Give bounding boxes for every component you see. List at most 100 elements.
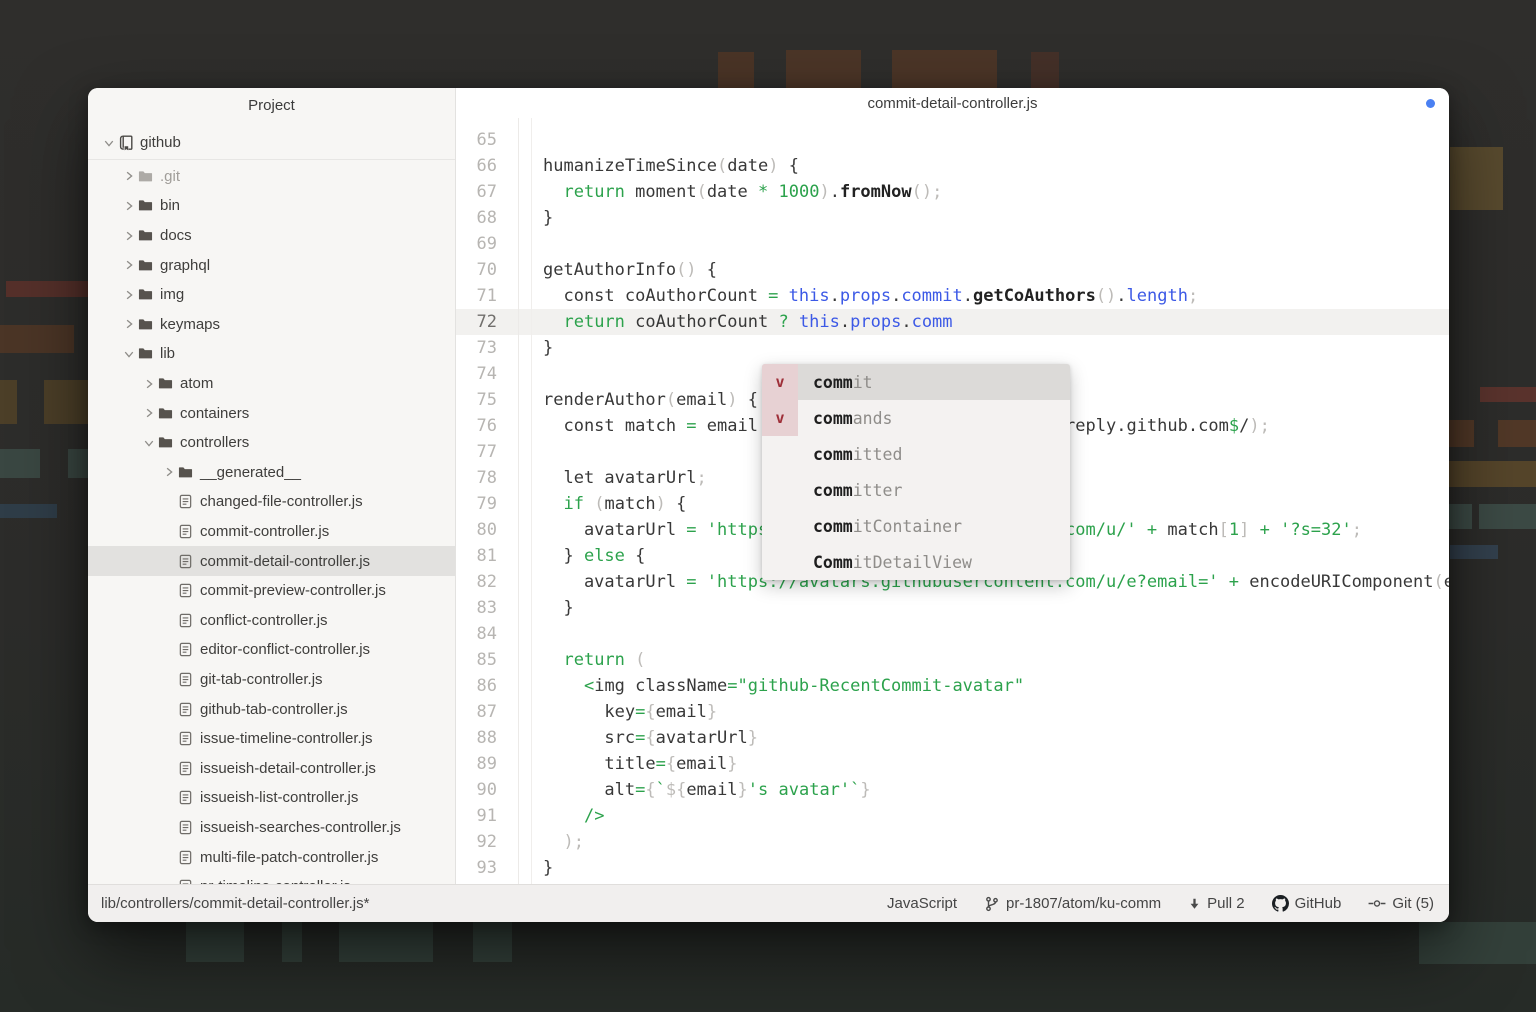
autocomplete-suggestion-commit[interactable]: vcommit [762, 364, 1070, 400]
autocomplete-suggestion-commitcontainer[interactable]: commitContainer [762, 508, 1070, 544]
line-number[interactable]: 80 [456, 517, 518, 543]
line-number[interactable]: 88 [456, 725, 518, 751]
pull-indicator[interactable]: Pull 2 [1188, 895, 1245, 912]
chevron-right-icon[interactable] [120, 259, 138, 271]
line-number[interactable]: 70 [456, 257, 518, 283]
tree-item-github[interactable]: github [88, 128, 455, 158]
tree-item-git-tab-controller-js[interactable]: git-tab-controller.js [88, 665, 455, 695]
chevron-right-icon[interactable] [120, 318, 138, 330]
line-number[interactable]: 90 [456, 777, 518, 803]
line-number[interactable]: 67 [456, 179, 518, 205]
autocomplete-suggestion-committer[interactable]: committer [762, 472, 1070, 508]
code-line-90[interactable]: 90 alt={`${email}'s avatar'`} [456, 777, 1449, 803]
tree-item-docs[interactable]: docs [88, 221, 455, 251]
code-line-65[interactable]: 65 [456, 127, 1449, 153]
tree-item--git[interactable]: .git [88, 162, 455, 192]
line-number[interactable]: 72 [456, 309, 518, 335]
line-number[interactable]: 78 [456, 465, 518, 491]
tree-item--generated-[interactable]: __generated__ [88, 458, 455, 488]
chevron-right-icon[interactable] [120, 170, 138, 182]
line-number[interactable]: 85 [456, 647, 518, 673]
chevron-right-icon[interactable] [120, 230, 138, 242]
chevron-down-icon[interactable] [120, 348, 138, 360]
code-line-93[interactable]: 93} [456, 855, 1449, 881]
chevron-right-icon[interactable] [160, 466, 178, 478]
tree-item-bin[interactable]: bin [88, 191, 455, 221]
line-number[interactable]: 69 [456, 231, 518, 257]
tree-item-controllers[interactable]: controllers [88, 428, 455, 458]
tree-item-pr-timeline-controller-js[interactable]: pr-timeline-controller.js [88, 872, 455, 884]
line-number[interactable]: 75 [456, 387, 518, 413]
line-number[interactable]: 82 [456, 569, 518, 595]
tree-item-graphql[interactable]: graphql [88, 250, 455, 280]
code-line-91[interactable]: 91 /> [456, 803, 1449, 829]
tree-item-keymaps[interactable]: keymaps [88, 310, 455, 340]
line-number[interactable]: 71 [456, 283, 518, 309]
line-number[interactable]: 83 [456, 595, 518, 621]
autocomplete-suggestion-commitdetailview[interactable]: CommitDetailView [762, 544, 1070, 580]
chevron-down-icon[interactable] [100, 137, 118, 149]
project-tree-panel[interactable]: Project github .gitbindocsgraphqlimgkeym… [88, 88, 456, 884]
tree-item-issue-timeline-controller-js[interactable]: issue-timeline-controller.js [88, 724, 455, 754]
tree-item-containers[interactable]: containers [88, 398, 455, 428]
tree-item-editor-conflict-controller-js[interactable]: editor-conflict-controller.js [88, 635, 455, 665]
code-line-87[interactable]: 87 key={email} [456, 699, 1449, 725]
line-number[interactable]: 65 [456, 127, 518, 153]
chevron-right-icon[interactable] [140, 407, 158, 419]
tree-item-changed-file-controller-js[interactable]: changed-file-controller.js [88, 487, 455, 517]
chevron-right-icon[interactable] [140, 378, 158, 390]
tree-item-img[interactable]: img [88, 280, 455, 310]
tree-item-issueish-list-controller-js[interactable]: issueish-list-controller.js [88, 783, 455, 813]
code-line-73[interactable]: 73} [456, 335, 1449, 361]
tree-item-github-tab-controller-js[interactable]: github-tab-controller.js [88, 694, 455, 724]
tree-item-issueish-searches-controller-js[interactable]: issueish-searches-controller.js [88, 813, 455, 843]
code-line-92[interactable]: 92 ); [456, 829, 1449, 855]
editor-pane[interactable]: commit-detail-controller.js 6566humanize… [456, 88, 1449, 884]
chevron-down-icon[interactable] [140, 437, 158, 449]
code-line-71[interactable]: 71 const coAuthorCount = this.props.comm… [456, 283, 1449, 309]
language-indicator[interactable]: JavaScript [887, 895, 957, 912]
line-number[interactable]: 81 [456, 543, 518, 569]
line-number[interactable]: 92 [456, 829, 518, 855]
tree-item-issueish-detail-controller-js[interactable]: issueish-detail-controller.js [88, 753, 455, 783]
code-line-69[interactable]: 69 [456, 231, 1449, 257]
code-editor[interactable]: 6566humanizeTimeSince(date) {67 return m… [456, 118, 1449, 884]
autocomplete-suggestion-committed[interactable]: committed [762, 436, 1070, 472]
file-tree[interactable]: .gitbindocsgraphqlimgkeymapslibatomconta… [88, 162, 455, 884]
autocomplete-popup[interactable]: vcommitvcommandscommittedcommittercommit… [762, 364, 1070, 580]
autocomplete-suggestion-commands[interactable]: vcommands [762, 400, 1070, 436]
line-number[interactable]: 86 [456, 673, 518, 699]
github-panel-button[interactable]: GitHub [1272, 895, 1342, 912]
line-number[interactable]: 66 [456, 153, 518, 179]
tree-item-commit-controller-js[interactable]: commit-controller.js [88, 517, 455, 547]
line-number[interactable]: 93 [456, 855, 518, 881]
line-number[interactable]: 74 [456, 361, 518, 387]
chevron-right-icon[interactable] [120, 200, 138, 212]
line-number[interactable]: 89 [456, 751, 518, 777]
tree-item-multi-file-patch-controller-js[interactable]: multi-file-patch-controller.js [88, 842, 455, 872]
code-line-72[interactable]: 72 return coAuthorCount ? this.props.com… [456, 309, 1449, 335]
code-line-89[interactable]: 89 title={email} [456, 751, 1449, 777]
tree-item-lib[interactable]: lib [88, 339, 455, 369]
code-line-70[interactable]: 70getAuthorInfo() { [456, 257, 1449, 283]
code-line-86[interactable]: 86 <img className="github-RecentCommit-a… [456, 673, 1449, 699]
tree-item-commit-detail-controller-js[interactable]: commit-detail-controller.js [88, 546, 455, 576]
line-number[interactable]: 76 [456, 413, 518, 439]
chevron-right-icon[interactable] [120, 289, 138, 301]
code-line-83[interactable]: 83 } [456, 595, 1449, 621]
branch-indicator[interactable]: pr-1807/atom/ku-comm [984, 895, 1161, 912]
line-number[interactable]: 87 [456, 699, 518, 725]
tree-item-commit-preview-controller-js[interactable]: commit-preview-controller.js [88, 576, 455, 606]
code-line-84[interactable]: 84 [456, 621, 1449, 647]
code-line-68[interactable]: 68} [456, 205, 1449, 231]
code-line-67[interactable]: 67 return moment(date * 1000).fromNow(); [456, 179, 1449, 205]
line-number[interactable]: 91 [456, 803, 518, 829]
code-line-88[interactable]: 88 src={avatarUrl} [456, 725, 1449, 751]
tree-item-atom[interactable]: atom [88, 369, 455, 399]
line-number[interactable]: 77 [456, 439, 518, 465]
tree-item-conflict-controller-js[interactable]: conflict-controller.js [88, 606, 455, 636]
code-line-85[interactable]: 85 return ( [456, 647, 1449, 673]
line-number[interactable]: 79 [456, 491, 518, 517]
line-number[interactable]: 68 [456, 205, 518, 231]
code-line-66[interactable]: 66humanizeTimeSince(date) { [456, 153, 1449, 179]
